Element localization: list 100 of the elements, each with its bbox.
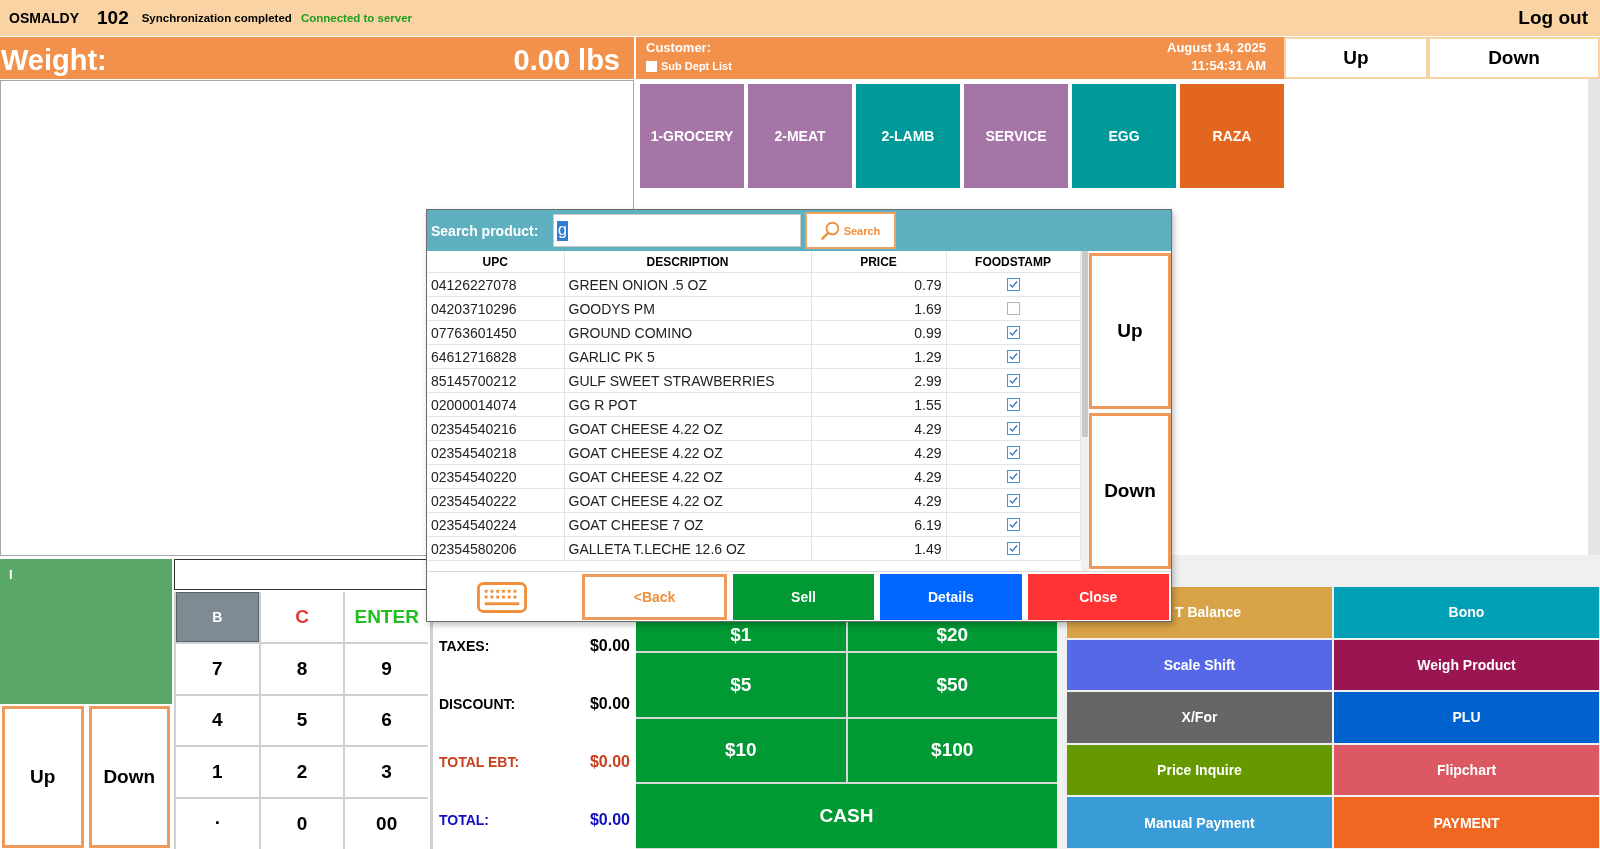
keypad-key[interactable]: 1 (176, 747, 259, 798)
sell-button[interactable]: Sell (732, 574, 875, 620)
function-button[interactable]: PLU (1334, 692, 1599, 743)
keypad-key[interactable]: 8 (260, 643, 344, 694)
function-button[interactable]: Manual Payment (1067, 797, 1332, 848)
table-cell: 64612716828 (427, 344, 564, 369)
checkbox[interactable] (1006, 326, 1020, 339)
checkbox[interactable] (1006, 470, 1020, 483)
keypad-key[interactable]: 0 (260, 799, 344, 849)
table-cell: GARLIC PK 5 (564, 344, 811, 369)
table-cell: 07763601450 (427, 320, 564, 345)
table-cell: GOAT CHEESE 4.22 OZ (564, 416, 811, 441)
department-tile[interactable]: 2-LAMB (856, 84, 960, 188)
table-cell: 0.79 (811, 272, 946, 297)
table-cell: 02354540224 (427, 512, 564, 537)
keypad-key[interactable]: 2 (260, 747, 344, 798)
function-button[interactable]: Scale Shift (1067, 639, 1332, 691)
table-cell: 1.55 (811, 392, 946, 417)
table-cell: GOAT CHEESE 7 OZ (564, 512, 811, 537)
table-cell: 1.69 (811, 296, 946, 321)
station-number: 102 (97, 7, 129, 29)
checkbox[interactable] (1006, 494, 1020, 507)
column-header[interactable]: FOODSTAMP (946, 251, 1080, 273)
keypad-key[interactable]: 4 (176, 695, 259, 746)
keypad-key[interactable]: 00 (345, 799, 428, 849)
keypad-key[interactable]: B (176, 592, 259, 642)
sub-dept-label: Sub Dept List (661, 60, 732, 72)
checkbox[interactable] (1006, 446, 1020, 459)
keypad-key[interactable]: 9 (345, 643, 428, 694)
total-label: DISCOUNT: (439, 696, 516, 712)
up-button[interactable]: Up (2, 706, 84, 848)
scrollbar[interactable] (1080, 251, 1089, 571)
table-cell: 04203710296 (427, 296, 564, 321)
total-value: $0.00 (589, 753, 630, 771)
department-tile[interactable]: SERVICE (964, 84, 1068, 188)
checkbox[interactable] (646, 60, 657, 72)
weight-value: 0.00 lbs (513, 43, 620, 77)
checkbox[interactable] (1006, 350, 1020, 363)
column-header[interactable]: UPC (427, 251, 564, 273)
department-tile[interactable]: EGG (1072, 84, 1176, 188)
checkbox[interactable] (1006, 542, 1020, 555)
department-tile[interactable]: RAZA (1180, 84, 1284, 188)
search-field[interactable]: g (553, 214, 801, 247)
time-text: 11:54:31 AM (1191, 58, 1266, 73)
checkbox[interactable] (1006, 374, 1020, 387)
down-button[interactable]: Down (1089, 413, 1171, 569)
table-cell: GG R POT (564, 392, 811, 417)
function-button[interactable]: Bono (1334, 587, 1599, 638)
keypad-key[interactable]: C (260, 592, 344, 642)
column-header[interactable]: PRICE (811, 251, 946, 273)
table-cell: 02354580206 (427, 536, 564, 561)
checkbox[interactable] (1006, 518, 1020, 531)
table-cell: GROUND COMINO (564, 320, 811, 345)
close-button[interactable]: Close (1027, 574, 1169, 620)
total-value: $0.00 (589, 811, 630, 829)
table-cell: 4.29 (811, 488, 946, 513)
function-button[interactable]: X/For (1067, 692, 1332, 743)
department-tile[interactable]: 2-MEAT (748, 84, 852, 188)
logout-button[interactable]: Log out (1516, 7, 1590, 29)
weight-label: Weight: (1, 43, 107, 77)
up-button[interactable]: Up (1089, 253, 1171, 409)
table-cell: 0.99 (811, 320, 946, 345)
up-button[interactable]: Up (1286, 39, 1426, 77)
keypad-key[interactable]: . (176, 799, 259, 849)
search-button[interactable]: Search (805, 212, 896, 249)
table-cell: 6.19 (811, 512, 946, 537)
table-cell: 04126227078 (427, 272, 564, 297)
function-button[interactable]: Flipchart (1334, 744, 1599, 796)
scrollbar[interactable] (1588, 79, 1600, 555)
search-label: Search product: (431, 222, 540, 239)
function-button[interactable]: Price Inquire (1067, 744, 1332, 796)
keypad-key[interactable]: 6 (345, 695, 428, 746)
down-button[interactable]: Down (88, 706, 170, 848)
keypad-key[interactable]: 7 (176, 643, 259, 694)
table-cell: GOAT CHEESE 4.22 OZ (564, 440, 811, 465)
table-cell: 02354540220 (427, 464, 564, 489)
table-cell: GOODYS PM (564, 296, 811, 321)
function-button[interactable]: PAYMENT (1334, 797, 1599, 848)
cash-button[interactable]: $10 (636, 718, 846, 783)
keypad-key[interactable]: 5 (260, 695, 344, 746)
cash-button[interactable]: $50 (847, 652, 1057, 717)
cash-button[interactable]: CASH (636, 784, 1057, 848)
down-button[interactable]: Down (1430, 39, 1598, 77)
cash-button[interactable]: $5 (636, 652, 846, 717)
checkbox[interactable] (1006, 278, 1020, 291)
checkbox[interactable] (1006, 302, 1020, 315)
checkbox[interactable] (1006, 422, 1020, 435)
checkbox[interactable] (1006, 398, 1020, 411)
keypad-key[interactable]: 3 (345, 747, 428, 798)
function-button[interactable]: Weigh Product (1334, 639, 1599, 691)
column-header[interactable]: DESCRIPTION (564, 251, 811, 273)
total-label: TOTAL EBT: (439, 754, 520, 770)
department-tile[interactable]: 1-GROCERY (640, 84, 744, 188)
details-button[interactable]: Details (880, 574, 1022, 620)
keyboard-icon[interactable] (476, 581, 527, 613)
total-label: TOTAL: (439, 812, 490, 828)
keypad-key[interactable]: ENTER (345, 592, 428, 642)
date-text: August 14, 2025 (1167, 40, 1266, 55)
table-cell: GULF SWEET STRAWBERRIES (564, 368, 811, 393)
cash-button[interactable]: $100 (847, 718, 1057, 783)
